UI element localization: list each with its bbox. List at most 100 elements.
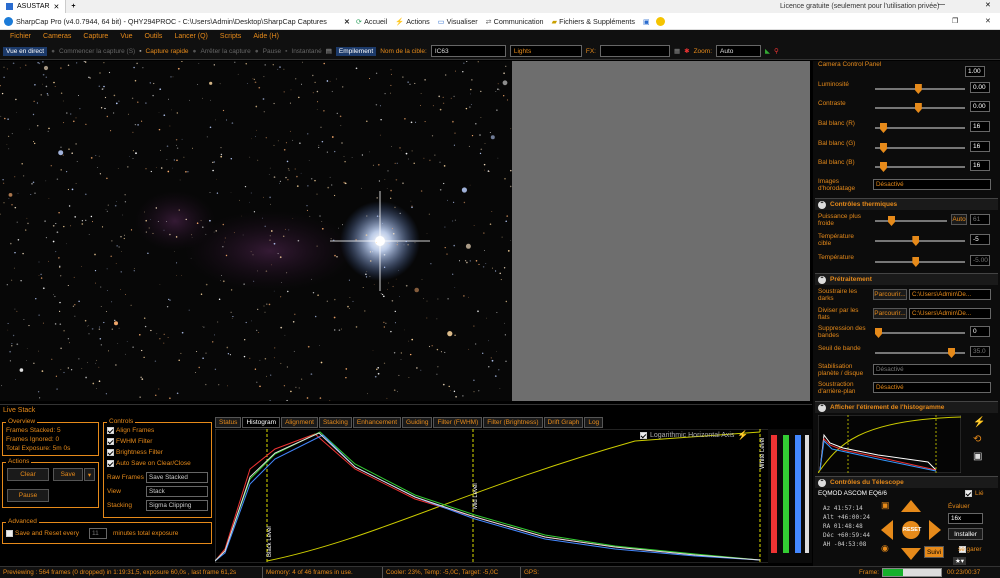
south-arrow-button[interactable] bbox=[901, 548, 921, 560]
quick-capture-button[interactable]: Capture rapide bbox=[146, 48, 189, 55]
histogram-icon[interactable]: ◣ bbox=[765, 47, 770, 55]
grid-icon[interactable]: ▦ bbox=[674, 47, 680, 55]
slider-value[interactable]: 16 bbox=[970, 121, 990, 132]
stack-button[interactable]: Empilement bbox=[335, 46, 377, 56]
darks-path-select[interactable]: C:\Users\Admin\De... bbox=[909, 289, 991, 300]
white-channel-bar[interactable] bbox=[805, 435, 809, 553]
menu-view[interactable]: Vue bbox=[120, 33, 132, 40]
menu-tools[interactable]: Outils bbox=[145, 33, 163, 40]
slider-knob[interactable] bbox=[879, 123, 887, 133]
restore-icon[interactable]: ❐ bbox=[952, 16, 958, 25]
cooler-value[interactable]: 61 bbox=[970, 214, 990, 225]
reticle-icon[interactable]: ✱ bbox=[684, 47, 689, 55]
lightning-icon[interactable]: ⚡ bbox=[973, 417, 985, 428]
menu-run[interactable]: Lancer (Q) bbox=[174, 33, 207, 40]
slider-value[interactable]: 0.00 bbox=[970, 101, 990, 112]
live-stack-histogram[interactable]: Black Level Mid Level White Level bbox=[215, 429, 812, 563]
cooler-auto-button[interactable]: Auto bbox=[951, 214, 967, 225]
tab-drift-graph[interactable]: Drift Graph bbox=[543, 417, 584, 428]
slider-knob[interactable] bbox=[879, 143, 887, 153]
histogram-stretch-graph[interactable] bbox=[818, 415, 961, 473]
target-name-select[interactable]: IC63 bbox=[430, 45, 506, 57]
slider-value[interactable]: 16 bbox=[970, 141, 990, 152]
align-frames-row[interactable]: Align Frames bbox=[107, 427, 154, 434]
collapse-icon[interactable]: ⌃ bbox=[818, 275, 826, 284]
menu-help[interactable]: Aide (H) bbox=[253, 33, 279, 40]
slider-track[interactable] bbox=[875, 103, 965, 113]
timestamp-select[interactable]: Désactivé bbox=[873, 179, 991, 190]
background-select[interactable]: Désactivé bbox=[873, 382, 991, 393]
toolbar-files[interactable]: Fichiers & Suppléments bbox=[559, 17, 635, 26]
gain-value[interactable]: 1.00 bbox=[965, 66, 985, 77]
slider-track[interactable] bbox=[875, 84, 965, 94]
browser-tab[interactable]: ASUSTAR ✕ bbox=[0, 0, 67, 13]
menu-capture[interactable]: Capture bbox=[83, 33, 108, 40]
collapse-icon[interactable]: ⌃ bbox=[818, 200, 826, 209]
collapse-icon[interactable]: ⌃ bbox=[818, 403, 826, 412]
goto-icon[interactable]: ▣ bbox=[881, 500, 890, 511]
band-threshold-slider[interactable] bbox=[875, 348, 965, 358]
red-channel-bar[interactable] bbox=[771, 435, 777, 553]
install-button[interactable]: Installer bbox=[948, 528, 983, 540]
slider-knob[interactable] bbox=[888, 216, 895, 226]
toolbar-home[interactable]: Accueil bbox=[364, 17, 387, 26]
slider-track[interactable] bbox=[875, 162, 965, 172]
fwhm-filter-row[interactable]: FWHM Filter bbox=[107, 438, 152, 445]
flats-browse-button[interactable]: Parcourir... bbox=[873, 308, 907, 319]
histogram-section-header[interactable]: ⌃ Afficher l'étirement de l'histogramme bbox=[815, 401, 998, 413]
collapse-icon[interactable]: ⌃ bbox=[818, 478, 826, 487]
tab-filter-fwhm[interactable]: Filter (FWHM) bbox=[433, 417, 483, 428]
fx-select[interactable] bbox=[599, 45, 670, 57]
menu-cameras[interactable]: Cameras bbox=[43, 33, 71, 40]
clear-button[interactable]: Clear bbox=[7, 468, 49, 481]
thermal-section-header[interactable]: ⌃ Contrôles thermiques bbox=[815, 198, 998, 210]
slider-value[interactable]: 16 bbox=[970, 160, 990, 171]
target-temp-slider[interactable] bbox=[875, 236, 965, 246]
minutes-input[interactable]: 11 bbox=[89, 528, 107, 539]
north-arrow-button[interactable] bbox=[901, 500, 921, 512]
slider-knob[interactable] bbox=[914, 103, 922, 113]
toolbar-communication[interactable]: Communication bbox=[494, 17, 544, 26]
green-channel-bar[interactable] bbox=[783, 435, 789, 553]
brightness-filter-row[interactable]: Brightness Filter bbox=[107, 449, 163, 456]
tab-enhancement[interactable]: Enhancement bbox=[352, 417, 402, 428]
save-reset-row[interactable]: Save and Reset every bbox=[6, 530, 79, 537]
reset-icon[interactable]: ⟲ bbox=[973, 434, 981, 445]
slider-track[interactable] bbox=[875, 123, 965, 133]
checkbox[interactable] bbox=[107, 449, 114, 456]
view-select[interactable]: Stack bbox=[146, 486, 208, 497]
close-icon[interactable]: ✕ bbox=[54, 3, 60, 11]
close-window-icon[interactable]: ✕ bbox=[985, 16, 991, 25]
magnifier-icon[interactable]: ⚲ bbox=[774, 47, 779, 55]
band-threshold-value[interactable]: 35.0 bbox=[970, 346, 990, 357]
tab-log[interactable]: Log bbox=[584, 417, 604, 428]
minimize-icon[interactable]: — bbox=[938, 1, 945, 8]
save-icon[interactable]: ▣ bbox=[973, 451, 982, 462]
east-arrow-button[interactable] bbox=[929, 520, 941, 540]
stacking-select[interactable]: Sigma Clipping bbox=[146, 500, 208, 511]
slider-knob[interactable] bbox=[912, 236, 920, 246]
pause-button[interactable]: Pause bbox=[263, 48, 281, 55]
tab-guiding[interactable]: Guiding bbox=[402, 417, 433, 428]
tab-alignment[interactable]: Alignment bbox=[281, 417, 318, 428]
live-image-viewer[interactable] bbox=[0, 61, 512, 401]
slider-knob[interactable] bbox=[879, 162, 887, 172]
rate-select[interactable]: 16x bbox=[948, 513, 983, 524]
frame-type-select[interactable]: Lights bbox=[509, 45, 582, 57]
slider-knob[interactable] bbox=[875, 328, 882, 338]
telescope-section-header[interactable]: ⌃ Contrôles du Télescope bbox=[815, 476, 998, 488]
close-icon[interactable]: ✕ bbox=[344, 17, 350, 26]
tab-stacking[interactable]: Stacking bbox=[318, 417, 352, 428]
target-temp-value[interactable]: -5 bbox=[970, 234, 990, 245]
zoom-select[interactable]: Auto bbox=[716, 45, 761, 57]
auto-save-row[interactable]: Auto Save on Clear/Close bbox=[107, 460, 191, 467]
tab-filter-brightness[interactable]: Filter (Brightness) bbox=[483, 417, 543, 428]
west-arrow-button[interactable] bbox=[881, 520, 893, 540]
screen-icon[interactable]: ▣ bbox=[643, 17, 650, 26]
save-dropdown-button[interactable]: ▾ bbox=[84, 468, 95, 481]
save-button[interactable]: Save bbox=[53, 468, 83, 481]
live-view-button[interactable]: Vue en direct bbox=[3, 46, 48, 56]
checkbox[interactable] bbox=[6, 530, 13, 537]
checkbox[interactable] bbox=[107, 460, 114, 467]
stop-capture-button[interactable]: Arrêter la capture bbox=[200, 48, 250, 55]
